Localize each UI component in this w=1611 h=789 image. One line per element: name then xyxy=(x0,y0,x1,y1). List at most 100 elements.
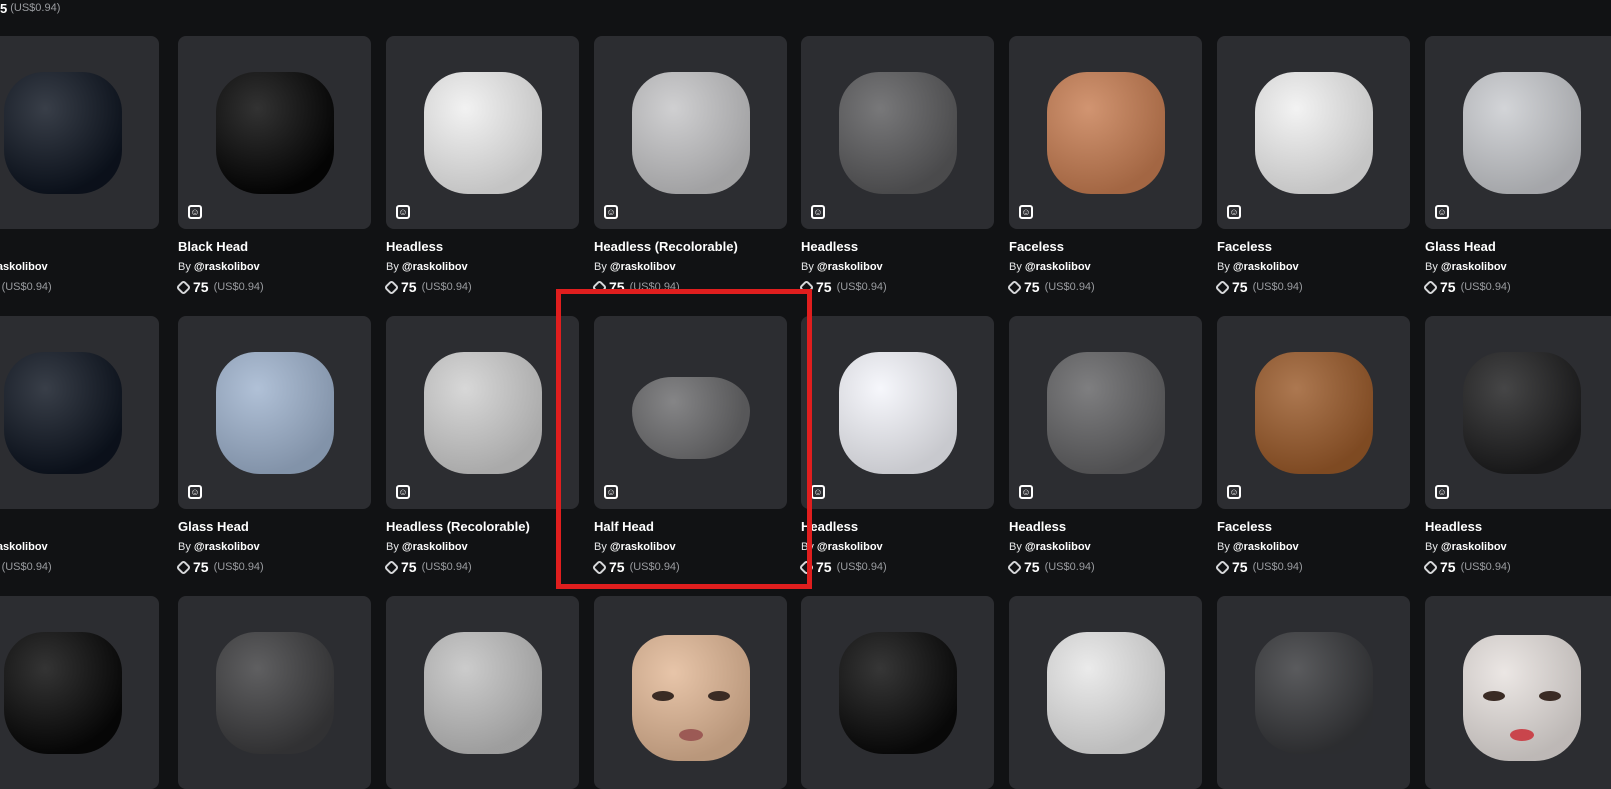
catalog-item[interactable]: ☺ dless By @raskolibov 75(US$0.94) xyxy=(0,316,159,575)
catalog-item[interactable] xyxy=(386,596,579,789)
item-name[interactable]: Glass Head xyxy=(1425,239,1611,255)
item-thumbnail[interactable]: ☺ xyxy=(386,316,579,509)
item-thumbnail[interactable] xyxy=(0,596,159,789)
item-name[interactable]: Headless xyxy=(801,519,994,535)
creator-name[interactable]: @raskolibov xyxy=(610,261,676,273)
catalog-item[interactable]: ☺ Headless By @raskolibov 75 (US$0.94) xyxy=(798,36,994,295)
head-preview xyxy=(3,351,122,474)
catalog-item[interactable]: ☺ Headless By @raskolibov 75 (US$0.94) xyxy=(1422,316,1611,575)
robux-icon xyxy=(1006,279,1023,295)
creator-name[interactable]: @raskolibov xyxy=(1233,541,1299,553)
item-thumbnail[interactable] xyxy=(1009,596,1202,789)
item-thumbnail[interactable]: ☺ xyxy=(178,36,371,229)
item-name[interactable]: Half Head xyxy=(594,519,787,535)
item-thumbnail[interactable] xyxy=(801,596,994,789)
item-thumbnail[interactable]: ☺ xyxy=(1217,36,1410,229)
catalog-item[interactable]: ☺ Headless (Recolorable) By @raskolibov 75 (… xyxy=(383,316,579,575)
by-label: By xyxy=(1425,261,1438,273)
item-name[interactable]: Headless (Recolorable) xyxy=(386,519,579,535)
creator-name[interactable]: @raskolibov xyxy=(1233,261,1299,273)
head-preview xyxy=(1254,351,1373,474)
catalog-item[interactable]: ☺ Faceless By @raskolibov 75 (US$0.94) xyxy=(1006,36,1202,295)
item-name[interactable]: Glass Head xyxy=(178,519,371,535)
catalog-item[interactable] xyxy=(594,596,787,789)
catalog-item[interactable]: ☺ Headless By @raskolibov 75 (US$0.94) xyxy=(798,316,994,575)
item-thumbnail[interactable]: ☺ xyxy=(1009,36,1202,229)
item-thumbnail[interactable] xyxy=(1217,596,1410,789)
creator-name[interactable]: @raskolibov xyxy=(1025,261,1091,273)
catalog-item[interactable] xyxy=(801,596,994,789)
dynamic-head-icon: ☺ xyxy=(604,205,618,219)
creator-name[interactable]: @raskolibov xyxy=(1441,541,1507,553)
creator-name[interactable]: @raskolibov xyxy=(0,541,48,553)
item-thumbnail[interactable]: ☺ xyxy=(801,36,994,229)
robux-icon xyxy=(1006,559,1023,575)
catalog-item[interactable]: ☺ Glass Head By @raskolibov 75 (US$0.94) xyxy=(1422,36,1611,295)
creator-name[interactable]: @raskolibov xyxy=(402,541,468,553)
item-thumbnail[interactable] xyxy=(594,596,787,789)
by-label: By xyxy=(1217,261,1230,273)
head-preview xyxy=(631,634,750,761)
creator-name[interactable]: @raskolibov xyxy=(817,261,883,273)
catalog-item[interactable]: ☺ Headless (Recolorable) By @raskolibov 75 (… xyxy=(591,36,787,295)
robux-icon xyxy=(175,279,192,295)
catalog-item[interactable]: ☺ Black Head By @raskolibov 75 (US$0.94) xyxy=(175,36,371,295)
catalog-item[interactable]: ☺ Faceless By @raskolibov 75 (US$0.94) xyxy=(1214,316,1410,575)
item-name[interactable]: Faceless xyxy=(1217,519,1410,535)
catalog-item[interactable]: ☺ Glass Head By @raskolibov 75 (US$0.94) xyxy=(175,316,371,575)
catalog-item[interactable]: ☺ Faceless By @raskolibov 75 (US$0.94) xyxy=(1214,36,1410,295)
creator-name[interactable]: @raskolibov xyxy=(402,261,468,273)
item-thumbnail[interactable]: ☺ xyxy=(0,36,159,229)
item-name[interactable]: Headless xyxy=(386,239,579,255)
head-preview xyxy=(1046,351,1165,474)
item-thumbnail[interactable]: ☺ xyxy=(0,316,159,509)
item-name[interactable]: dless xyxy=(0,519,159,535)
creator-name[interactable]: @raskolibov xyxy=(610,541,676,553)
price-amount: 75 xyxy=(1024,559,1040,575)
dynamic-head-icon: ☺ xyxy=(396,205,410,219)
item-name[interactable]: Headless xyxy=(801,239,994,255)
item-name[interactable]: Headless xyxy=(1009,519,1202,535)
item-thumbnail[interactable] xyxy=(386,596,579,789)
item-thumbnail[interactable]: ☺ xyxy=(594,316,787,509)
item-name[interactable]: dless xyxy=(0,239,159,255)
creator-name[interactable]: @raskolibov xyxy=(1025,541,1091,553)
item-thumbnail[interactable]: ☺ xyxy=(801,316,994,509)
item-thumbnail[interactable]: ☺ xyxy=(386,36,579,229)
by-label: By xyxy=(594,541,607,553)
item-thumbnail[interactable] xyxy=(178,596,371,789)
head-preview xyxy=(423,351,542,474)
catalog-item[interactable]: ☺ Half Head By @raskolibov 75 (US$0.94) xyxy=(591,316,787,575)
catalog-item[interactable] xyxy=(178,596,371,789)
catalog-item[interactable]: ☺ Headless By @raskolibov 75 (US$0.94) xyxy=(1006,316,1202,575)
catalog-item[interactable] xyxy=(1425,596,1611,789)
item-name[interactable]: Faceless xyxy=(1009,239,1202,255)
catalog-item[interactable] xyxy=(1009,596,1202,789)
item-thumbnail[interactable]: ☺ xyxy=(178,316,371,509)
creator-name[interactable]: @raskolibov xyxy=(817,541,883,553)
item-name[interactable]: Headless (Recolorable) xyxy=(594,239,787,255)
item-thumbnail[interactable]: ☺ xyxy=(1425,316,1611,509)
catalog-item[interactable] xyxy=(0,596,159,789)
creator-name[interactable]: @raskolibov xyxy=(194,541,260,553)
creator-name[interactable]: @raskolibov xyxy=(1441,261,1507,273)
item-thumbnail[interactable]: ☺ xyxy=(594,36,787,229)
by-label: By xyxy=(1009,541,1022,553)
catalog-item[interactable]: ☺ Headless By @raskolibov 75 (US$0.94) xyxy=(383,36,579,295)
catalog-item[interactable]: ☺ dless By @raskolibov 75(US$0.94) xyxy=(0,36,159,295)
item-name[interactable]: Headless xyxy=(1425,519,1611,535)
item-thumbnail[interactable]: ☺ xyxy=(1009,316,1202,509)
item-price: 75 (US$0.94) xyxy=(798,559,994,575)
creator-name[interactable]: @raskolibov xyxy=(0,261,48,273)
price-usd: (US$0.94) xyxy=(1252,281,1303,293)
item-thumbnail[interactable]: ☺ xyxy=(1425,36,1611,229)
item-name[interactable]: Black Head xyxy=(178,239,371,255)
item-thumbnail[interactable]: ☺ xyxy=(1217,316,1410,509)
item-thumbnail[interactable] xyxy=(1425,596,1611,789)
by-label: By xyxy=(801,261,814,273)
catalog-item[interactable] xyxy=(1217,596,1410,789)
dynamic-head-icon: ☺ xyxy=(188,205,202,219)
item-name[interactable]: Faceless xyxy=(1217,239,1410,255)
creator-name[interactable]: @raskolibov xyxy=(194,261,260,273)
dynamic-head-icon: ☺ xyxy=(1435,205,1449,219)
